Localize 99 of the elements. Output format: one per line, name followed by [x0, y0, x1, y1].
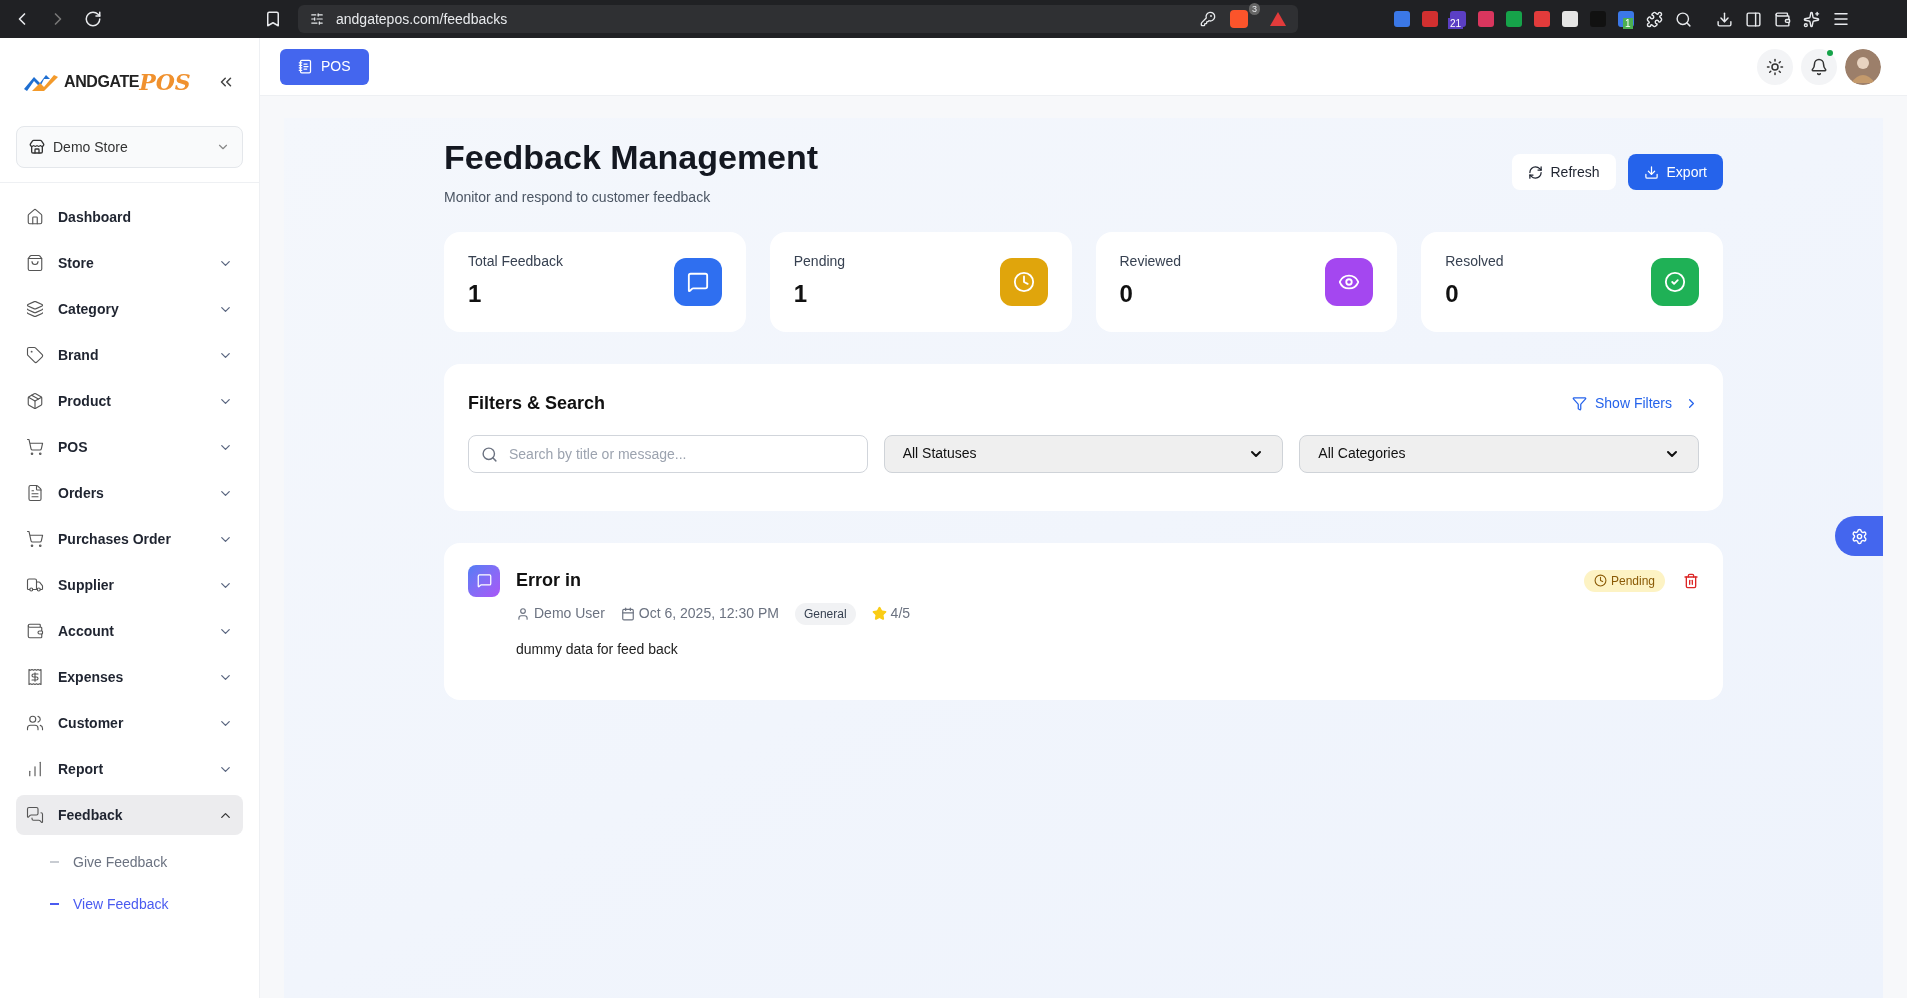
clock-icon — [1012, 270, 1035, 293]
stat-label: Pending — [793, 252, 846, 271]
logo-accent: POS — [139, 67, 191, 97]
stat-label: Resolved — [1445, 252, 1504, 271]
notifications-button[interactable] — [1801, 48, 1837, 85]
feedback-title: Error in — [516, 569, 581, 592]
extension-badge: 1 — [1623, 18, 1633, 29]
address-bar[interactable]: andgatepos.com/feedbacks 3 — [298, 5, 1298, 33]
stat-value: 1 — [468, 279, 483, 309]
bag-icon — [26, 254, 44, 272]
delete-icon[interactable] — [1683, 572, 1699, 589]
star-icon — [871, 606, 887, 621]
rating-text: 4/5 — [890, 604, 911, 623]
author-text: Demo User — [534, 604, 605, 623]
section-title: Filters & Search — [468, 391, 606, 415]
status-badge: Pending — [1583, 569, 1665, 592]
truck-icon — [26, 576, 44, 594]
bell-icon — [1810, 57, 1828, 76]
stat-value: 0 — [1445, 279, 1460, 309]
sidebar-item[interactable]: Purchases Order — [16, 519, 243, 559]
search-field[interactable]: Search by title or message... — [468, 434, 868, 473]
bookmark-icon[interactable] — [264, 10, 282, 28]
show-filters-link[interactable]: Show Filters — [1571, 392, 1699, 414]
sidebar-item[interactable]: POS — [16, 427, 243, 467]
sidebar-item[interactable]: Store — [16, 243, 243, 283]
stat-label: Reviewed — [1119, 252, 1181, 271]
extension-icon[interactable]: 21 — [1450, 11, 1466, 27]
settings-button[interactable] — [1835, 516, 1883, 556]
theme-toggle[interactable] — [1757, 48, 1793, 85]
house-icon — [26, 208, 44, 226]
page-title: Feedback Management — [444, 137, 819, 178]
download-icon[interactable] — [1716, 10, 1733, 28]
sidebar-item[interactable]: Feedback — [16, 795, 243, 835]
download-icon — [1643, 164, 1659, 180]
pos-button[interactable]: POS — [280, 48, 369, 85]
stat-value: 0 — [1119, 279, 1134, 309]
sidebar-item[interactable]: Supplier — [16, 565, 243, 605]
user-icon — [516, 606, 530, 621]
search-icon[interactable] — [1675, 10, 1692, 28]
sidebar-item[interactable]: Orders — [16, 473, 243, 513]
submenu-item[interactable]: View Feedback — [16, 883, 243, 925]
extension-badge: 21 — [1448, 18, 1464, 29]
search-icon — [481, 445, 498, 463]
settings-icon — [1850, 527, 1868, 545]
feedback-message: dummy data for feed back — [516, 639, 679, 659]
calendar-icon — [620, 606, 635, 621]
shield-icon[interactable] — [1230, 10, 1248, 28]
box-icon — [26, 392, 44, 410]
sidebar-item[interactable]: Product — [16, 381, 243, 421]
chat-icon — [686, 270, 709, 293]
sidebar-item[interactable]: Customer — [16, 703, 243, 743]
date-text: Oct 6, 2025, 12:30 PM — [638, 604, 779, 623]
refresh-icon — [1527, 164, 1543, 180]
export-button[interactable]: Export — [1627, 154, 1723, 190]
users-icon — [26, 714, 44, 732]
site-settings-icon[interactable] — [310, 12, 324, 26]
refresh-button[interactable]: Refresh — [1511, 154, 1616, 190]
clock-icon — [1593, 574, 1607, 587]
cart-icon — [26, 438, 44, 456]
layers-icon — [26, 300, 44, 318]
sun-icon — [1766, 57, 1784, 76]
bar-chart-icon — [26, 760, 44, 778]
sidebar-icon[interactable] — [1745, 10, 1762, 28]
wallet-icon — [26, 622, 44, 640]
url-text: andgatepos.com/feedbacks — [336, 9, 509, 29]
sidebar-item[interactable]: Report — [16, 749, 243, 789]
stat-label: Total Feedback — [468, 252, 563, 271]
receipt-icon — [26, 668, 44, 686]
store-select[interactable]: Demo Store — [16, 126, 243, 168]
menu-icon[interactable] — [1832, 10, 1850, 28]
sidebar-item[interactable]: Dashboard — [16, 197, 243, 237]
cart-icon — [26, 530, 44, 548]
category-select[interactable]: All Categories — [1299, 434, 1699, 473]
submenu-item[interactable]: Give Feedback — [16, 841, 243, 883]
chat-icon — [26, 806, 44, 824]
document-icon — [26, 484, 44, 502]
sparkle-icon[interactable] — [1803, 10, 1820, 28]
sidebar-item[interactable]: Account — [16, 611, 243, 651]
chat-icon — [476, 573, 492, 588]
page-subtitle: Monitor and respond to customer feedback — [444, 187, 712, 207]
sidebar-item[interactable]: Brand — [16, 335, 243, 375]
notebook-icon — [298, 59, 313, 74]
status-select[interactable]: All Statuses — [883, 434, 1284, 473]
puzzle-icon[interactable] — [1646, 10, 1663, 28]
stat-value: 1 — [793, 279, 809, 309]
extension-badge: 3 — [1249, 3, 1260, 15]
triangle-icon[interactable] — [1270, 12, 1286, 26]
check-circle-icon — [1664, 270, 1686, 293]
filter-icon — [1571, 395, 1587, 411]
avatar[interactable] — [1845, 48, 1881, 85]
reload-icon[interactable] — [84, 10, 102, 28]
wallet-icon[interactable] — [1774, 10, 1791, 28]
tag-icon — [26, 346, 44, 364]
category-tag: General — [794, 602, 856, 625]
store-icon — [29, 139, 45, 155]
sidebar-item[interactable]: Expenses — [16, 657, 243, 697]
sidebar-item[interactable]: Category — [16, 289, 243, 329]
logo-text: ANDGATE — [64, 72, 140, 92]
key-icon[interactable] — [1200, 11, 1216, 27]
